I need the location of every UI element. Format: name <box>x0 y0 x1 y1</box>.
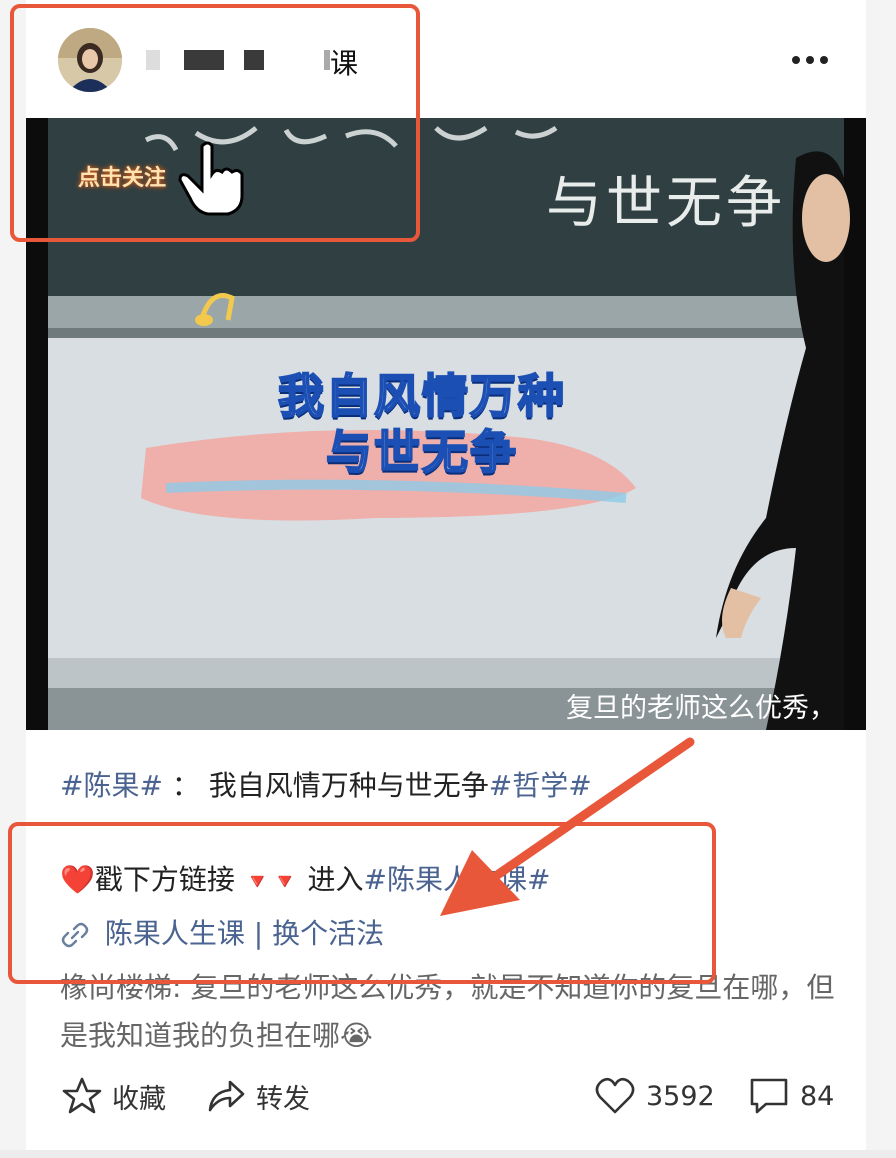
post-separator: ： <box>171 769 200 802</box>
star-icon <box>62 1077 102 1114</box>
video-caption: 我自风情万种 与世无争 <box>222 368 622 480</box>
favorite-label: 收藏 <box>112 1083 166 1115</box>
share-label: 转发 <box>256 1083 310 1115</box>
chalk-text: 与世无争 <box>546 171 786 236</box>
hashtag-link[interactable]: #陈果# <box>60 769 163 802</box>
annotation-box-header <box>10 4 420 242</box>
share-icon <box>208 1080 245 1112</box>
like-count: 3592 <box>646 1080 715 1112</box>
like-button[interactable]: 3592 <box>594 1074 715 1118</box>
more-icon[interactable] <box>790 48 830 72</box>
comment-icon <box>750 1078 788 1114</box>
video-caption-line2: 与世无争 <box>325 424 518 480</box>
video-subtitle: 复旦的老师这么优秀， <box>566 693 836 724</box>
comment-button[interactable]: 84 <box>748 1074 834 1118</box>
heart-outline-icon <box>595 1077 635 1114</box>
annotation-arrow <box>440 737 695 916</box>
video-caption-line1: 我自风情万种 <box>277 368 566 424</box>
favorite-button[interactable]: 收藏 <box>62 1074 166 1118</box>
share-button[interactable]: 转发 <box>206 1074 310 1118</box>
comment-count: 84 <box>800 1080 835 1112</box>
divider <box>0 1150 896 1158</box>
